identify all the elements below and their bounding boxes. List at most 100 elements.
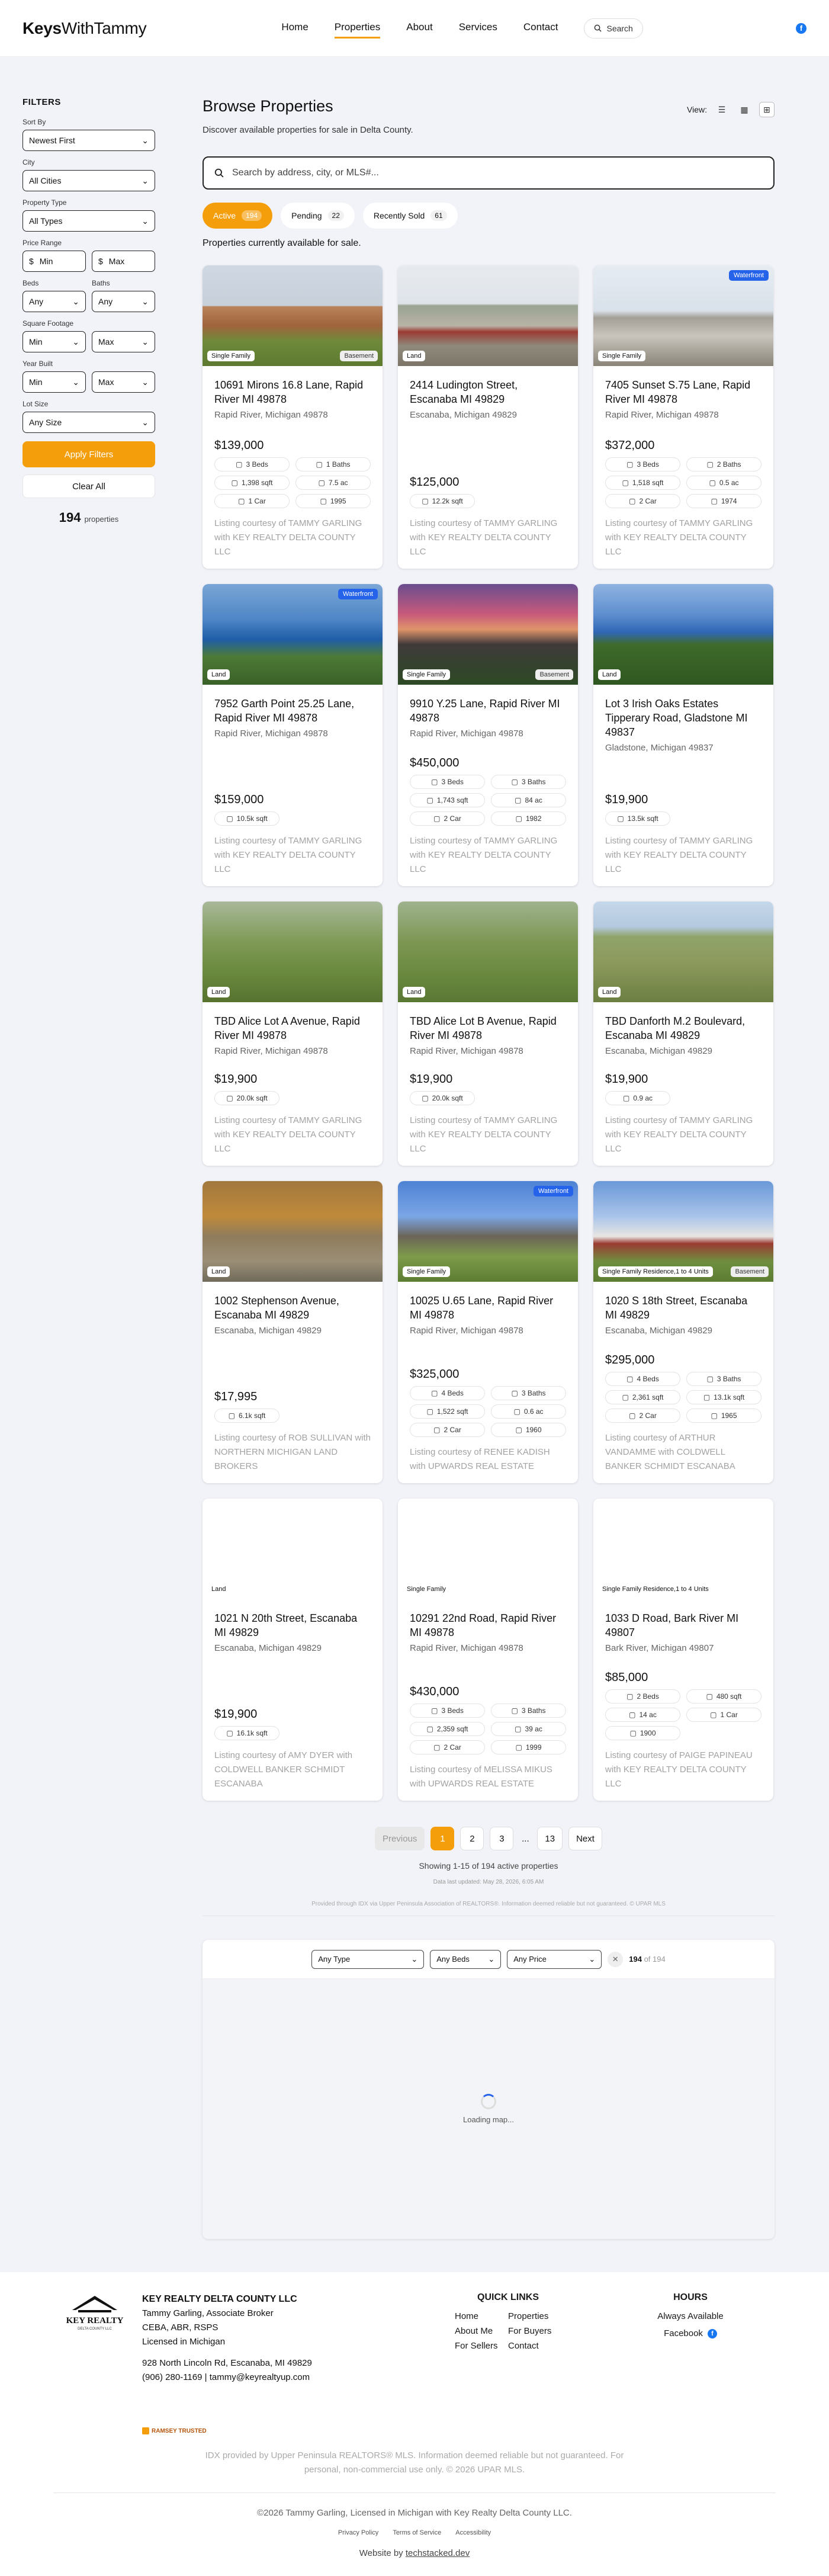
listing-address[interactable]: 9910 Y.25 Lane, Rapid River MI 49878 (410, 697, 566, 725)
apply-filters-button[interactable]: Apply Filters (23, 441, 155, 467)
listing-address[interactable]: TBD Danforth M.2 Boulevard, Escanaba MI … (605, 1014, 761, 1042)
listing-photo[interactable]: Single Family (398, 1499, 578, 1599)
listing-photo[interactable]: Land (398, 265, 578, 366)
listing-address[interactable]: TBD Alice Lot A Avenue, Rapid River MI 4… (214, 1014, 371, 1042)
listing-photo[interactable]: Land (398, 902, 578, 1002)
page-button-1[interactable]: 1 (430, 1827, 455, 1850)
type-select[interactable]: All Types ⌄ (23, 210, 155, 232)
map-price-select[interactable]: Any Price ⌄ (507, 1949, 602, 1969)
brand-logo[interactable]: KeysWithTammy (23, 19, 147, 38)
listing-photo[interactable]: Land (593, 902, 773, 1002)
listing-card[interactable]: Single Family Residence,1 to 4 Units Base… (593, 1181, 773, 1483)
next-page-button[interactable]: Next (568, 1827, 602, 1850)
listing-card[interactable]: Single Family Basement 9910 Y.25 Lane, Rap… (398, 584, 578, 886)
listing-price: $19,900 (605, 1073, 648, 1086)
nav-properties[interactable]: Properties (334, 18, 381, 39)
search-input[interactable]: Search by address, city, or MLS#... (203, 156, 775, 190)
listing-address[interactable]: 7952 Garth Point 25.25 Lane, Rapid River… (214, 697, 371, 725)
price-max-input[interactable]: $ Max (92, 251, 155, 272)
footer-link-contact[interactable]: Contact (508, 2341, 561, 2351)
listing-address[interactable]: 10025 U.65 Lane, Rapid River MI 49878 (410, 1294, 566, 1322)
office-contact[interactable]: (906) 280-1169 | tammy@keyrealtyup.com (142, 2370, 312, 2385)
year-min-select[interactable]: Min ⌄ (23, 371, 86, 393)
listing-photo[interactable]: Land (203, 1181, 383, 1282)
listing-card[interactable]: Single Family 10291 22nd Road, Rapid Rive… (398, 1499, 578, 1801)
nav-home[interactable]: Home (281, 18, 308, 39)
listing-photo[interactable]: Waterfront Land (203, 584, 383, 685)
nav-about[interactable]: About (406, 18, 432, 39)
footer-link-home[interactable]: Home (455, 2311, 508, 2321)
listing-photo[interactable]: Waterfront Single Family (593, 265, 773, 366)
map-canvas[interactable]: Loading map... (203, 1979, 775, 2239)
listing-card[interactable]: Land 1002 Stephenson Avenue, Escanaba MI … (203, 1181, 383, 1483)
listing-address[interactable]: 1021 N 20th Street, Escanaba MI 49829 (214, 1611, 371, 1640)
tab-active[interactable]: Active 194 (203, 203, 273, 229)
accessibility-link[interactable]: Accessibility (455, 2529, 491, 2536)
nav-services[interactable]: Services (459, 18, 497, 39)
tab-pending[interactable]: Pending 22 (281, 203, 355, 229)
listing-address[interactable]: 7405 Sunset S.75 Lane, Rapid River MI 49… (605, 378, 761, 406)
listing-card[interactable]: Land 1021 N 20th Street, Escanaba MI 4982… (203, 1499, 383, 1801)
footer-link-sellers[interactable]: For Sellers (455, 2341, 508, 2351)
listing-photo[interactable]: Land (203, 1499, 383, 1599)
header-search-button[interactable]: Search (584, 18, 643, 39)
clear-all-button[interactable]: Clear All (23, 474, 155, 498)
facebook-icon[interactable]: f (795, 23, 806, 34)
footer-facebook-link[interactable]: Facebook f (643, 2328, 738, 2338)
listing-address[interactable]: 2414 Ludington Street, Escanaba MI 49829 (410, 378, 566, 406)
large-grid-view-icon[interactable]: ⊞ (759, 102, 775, 117)
privacy-link[interactable]: Privacy Policy (338, 2529, 378, 2536)
listing-address[interactable]: 10691 Mirons 16.8 Lane, Rapid River MI 4… (214, 378, 371, 406)
footer-link-properties[interactable]: Properties (508, 2311, 561, 2321)
nav-contact[interactable]: Contact (523, 18, 558, 39)
website-credit-link[interactable]: techstacked.dev (406, 2548, 470, 2558)
page-button-13[interactable]: 13 (537, 1827, 563, 1850)
price-min-input[interactable]: $ Min (23, 251, 86, 272)
grid-view-icon[interactable]: ▦ (737, 102, 752, 117)
tab-recently-sold[interactable]: Recently Sold 61 (362, 203, 458, 229)
listing-photo[interactable]: Land (593, 584, 773, 685)
sort-select[interactable]: Newest First ⌄ (23, 130, 155, 151)
listing-features: ▢ 10.5k sqft (214, 811, 371, 826)
listing-card[interactable]: Single Family Residence,1 to 4 Units 1033… (593, 1499, 773, 1801)
listing-address[interactable]: 1033 D Road, Bark River MI 49807 (605, 1611, 761, 1640)
listing-photo[interactable]: Single Family Basement (203, 265, 383, 366)
listing-photo[interactable]: Land (203, 902, 383, 1002)
year-max-select[interactable]: Max ⌄ (92, 371, 155, 393)
beds-select[interactable]: Any ⌄ (23, 291, 86, 312)
listing-photo[interactable]: Single Family Basement (398, 584, 578, 685)
listing-address[interactable]: 1020 S 18th Street, Escanaba MI 49829 (605, 1294, 761, 1322)
map-beds-select[interactable]: Any Beds ⌄ (430, 1949, 502, 1969)
footer-link-buyers[interactable]: For Buyers (508, 2326, 561, 2336)
listing-card[interactable]: Land TBD Alice Lot B Avenue, Rapid River … (398, 902, 578, 1166)
listing-card[interactable]: Single Family Basement 10691 Mirons 16.8 L… (203, 265, 383, 569)
sqft-min-select[interactable]: Min ⌄ (23, 331, 86, 352)
city-select[interactable]: All Cities ⌄ (23, 170, 155, 191)
search-icon (214, 168, 224, 178)
page-button-2[interactable]: 2 (460, 1827, 484, 1850)
listing-photo[interactable]: Single Family Residence,1 to 4 Units Base… (593, 1181, 773, 1282)
listing-card[interactable]: Waterfront Single Family 7405 Sunset S.75 … (593, 265, 773, 569)
listing-card[interactable]: Land Lot 3 Irish Oaks Estates Tipperary R… (593, 584, 773, 886)
listing-photo[interactable]: Waterfront Single Family (398, 1181, 578, 1282)
listing-address[interactable]: TBD Alice Lot B Avenue, Rapid River MI 4… (410, 1014, 566, 1042)
baths-select[interactable]: Any ⌄ (92, 291, 155, 312)
listing-card[interactable]: Land TBD Alice Lot A Avenue, Rapid River … (203, 902, 383, 1166)
listing-photo[interactable]: Single Family Residence,1 to 4 Units (593, 1499, 773, 1599)
listing-address[interactable]: 1002 Stephenson Avenue, Escanaba MI 4982… (214, 1294, 371, 1322)
map-clear-icon[interactable]: ✕ (608, 1951, 624, 1967)
listing-card[interactable]: Land TBD Danforth M.2 Boulevard, Escanaba… (593, 902, 773, 1166)
listing-card[interactable]: Waterfront Single Family 10025 U.65 Lane, … (398, 1181, 578, 1483)
sqft-max-select[interactable]: Max ⌄ (92, 331, 155, 352)
listing-address[interactable]: Lot 3 Irish Oaks Estates Tipperary Road,… (605, 697, 761, 739)
prev-page-button[interactable]: Previous (375, 1827, 425, 1850)
terms-link[interactable]: Terms of Service (393, 2529, 441, 2536)
listing-card[interactable]: Waterfront Land 7952 Garth Point 25.25 Lan… (203, 584, 383, 886)
list-view-icon[interactable]: ☰ (714, 102, 730, 117)
listing-card[interactable]: Land 2414 Ludington Street, Escanaba MI 4… (398, 265, 578, 569)
map-type-select[interactable]: Any Type ⌄ (311, 1949, 425, 1969)
lot-select[interactable]: Any Size ⌄ (23, 412, 155, 433)
listing-address[interactable]: 10291 22nd Road, Rapid River MI 49878 (410, 1611, 566, 1640)
page-button-3[interactable]: 3 (490, 1827, 514, 1850)
footer-link-about[interactable]: About Me (455, 2326, 508, 2336)
